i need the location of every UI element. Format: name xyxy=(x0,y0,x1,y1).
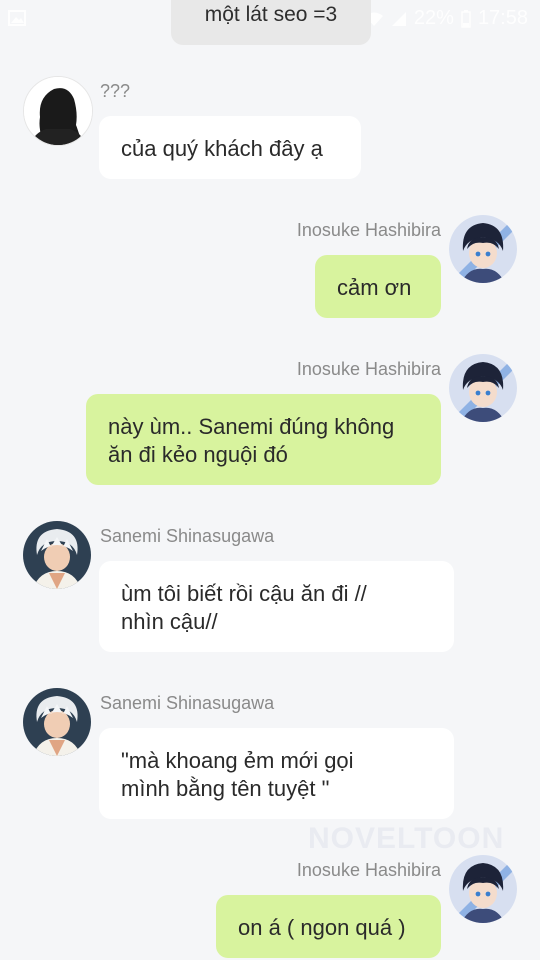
message-line: cảm ơn xyxy=(337,275,412,300)
avatar-inosuke[interactable] xyxy=(449,215,517,283)
avatar-sanemi[interactable] xyxy=(23,688,91,756)
message-line: nhìn cậu// xyxy=(121,609,218,634)
battery-percent: 22% xyxy=(413,7,454,29)
message-line: này ùm.. Sanemi đúng không xyxy=(108,414,395,439)
image-icon xyxy=(8,10,26,26)
signal-icon xyxy=(391,11,406,26)
message-line: on á ( ngon quá ) xyxy=(238,915,406,940)
sender-name: Inosuke Hashibira xyxy=(296,860,441,880)
character-avatar-icon xyxy=(23,688,91,756)
watermark: NOVELTOON xyxy=(308,822,505,855)
character-avatar-icon xyxy=(23,521,91,589)
avatar-sanemi[interactable] xyxy=(23,521,91,589)
sender-name: ??? xyxy=(100,81,131,101)
sender-name: Sanemi Shinasugawa xyxy=(100,693,275,713)
character-avatar-icon xyxy=(449,354,517,422)
character-avatar-icon xyxy=(449,855,517,923)
avatar-unknown[interactable] xyxy=(23,76,93,146)
message-bubble[interactable]: này ùm.. Sanemi đúng không ăn đi kẻo ngu… xyxy=(86,394,441,485)
sender-name: Sanemi Shinasugawa xyxy=(100,526,275,546)
message-line: mình bằng tên tuyệt " xyxy=(121,776,330,801)
message-line: của quý khách đây ạ xyxy=(121,136,323,161)
message-line: "mà khoang ẻm mới gọi xyxy=(121,748,354,773)
message-bubble[interactable]: cảm ơn xyxy=(315,255,441,318)
message-bubble[interactable]: "mà khoang ẻm mới gọi mình bằng tên tuyệ… xyxy=(99,728,454,819)
message-text: một lát seo =3 xyxy=(204,3,338,26)
sender-name: Inosuke Hashibira xyxy=(296,359,441,379)
message-bubble[interactable]: của quý khách đây ạ xyxy=(99,116,361,179)
avatar-inosuke[interactable] xyxy=(449,855,517,923)
message-bubble[interactable]: ùm tôi biết rồi cậu ăn đi // nhìn cậu// xyxy=(99,561,454,652)
message-line: ăn đi kẻo nguội đó xyxy=(108,442,288,467)
message-bubble[interactable]: on á ( ngon quá ) xyxy=(216,895,441,958)
character-avatar-icon xyxy=(449,215,517,283)
clock: 17:58 xyxy=(477,7,528,29)
previous-message-bubble[interactable]: một lát seo =3 xyxy=(171,0,371,45)
silhouette-avatar-icon xyxy=(24,77,92,145)
battery-icon xyxy=(461,9,471,28)
message-line: ùm tôi biết rồi cậu ăn đi // xyxy=(121,581,367,606)
avatar-inosuke[interactable] xyxy=(449,354,517,422)
sender-name: Inosuke Hashibira xyxy=(296,220,441,240)
